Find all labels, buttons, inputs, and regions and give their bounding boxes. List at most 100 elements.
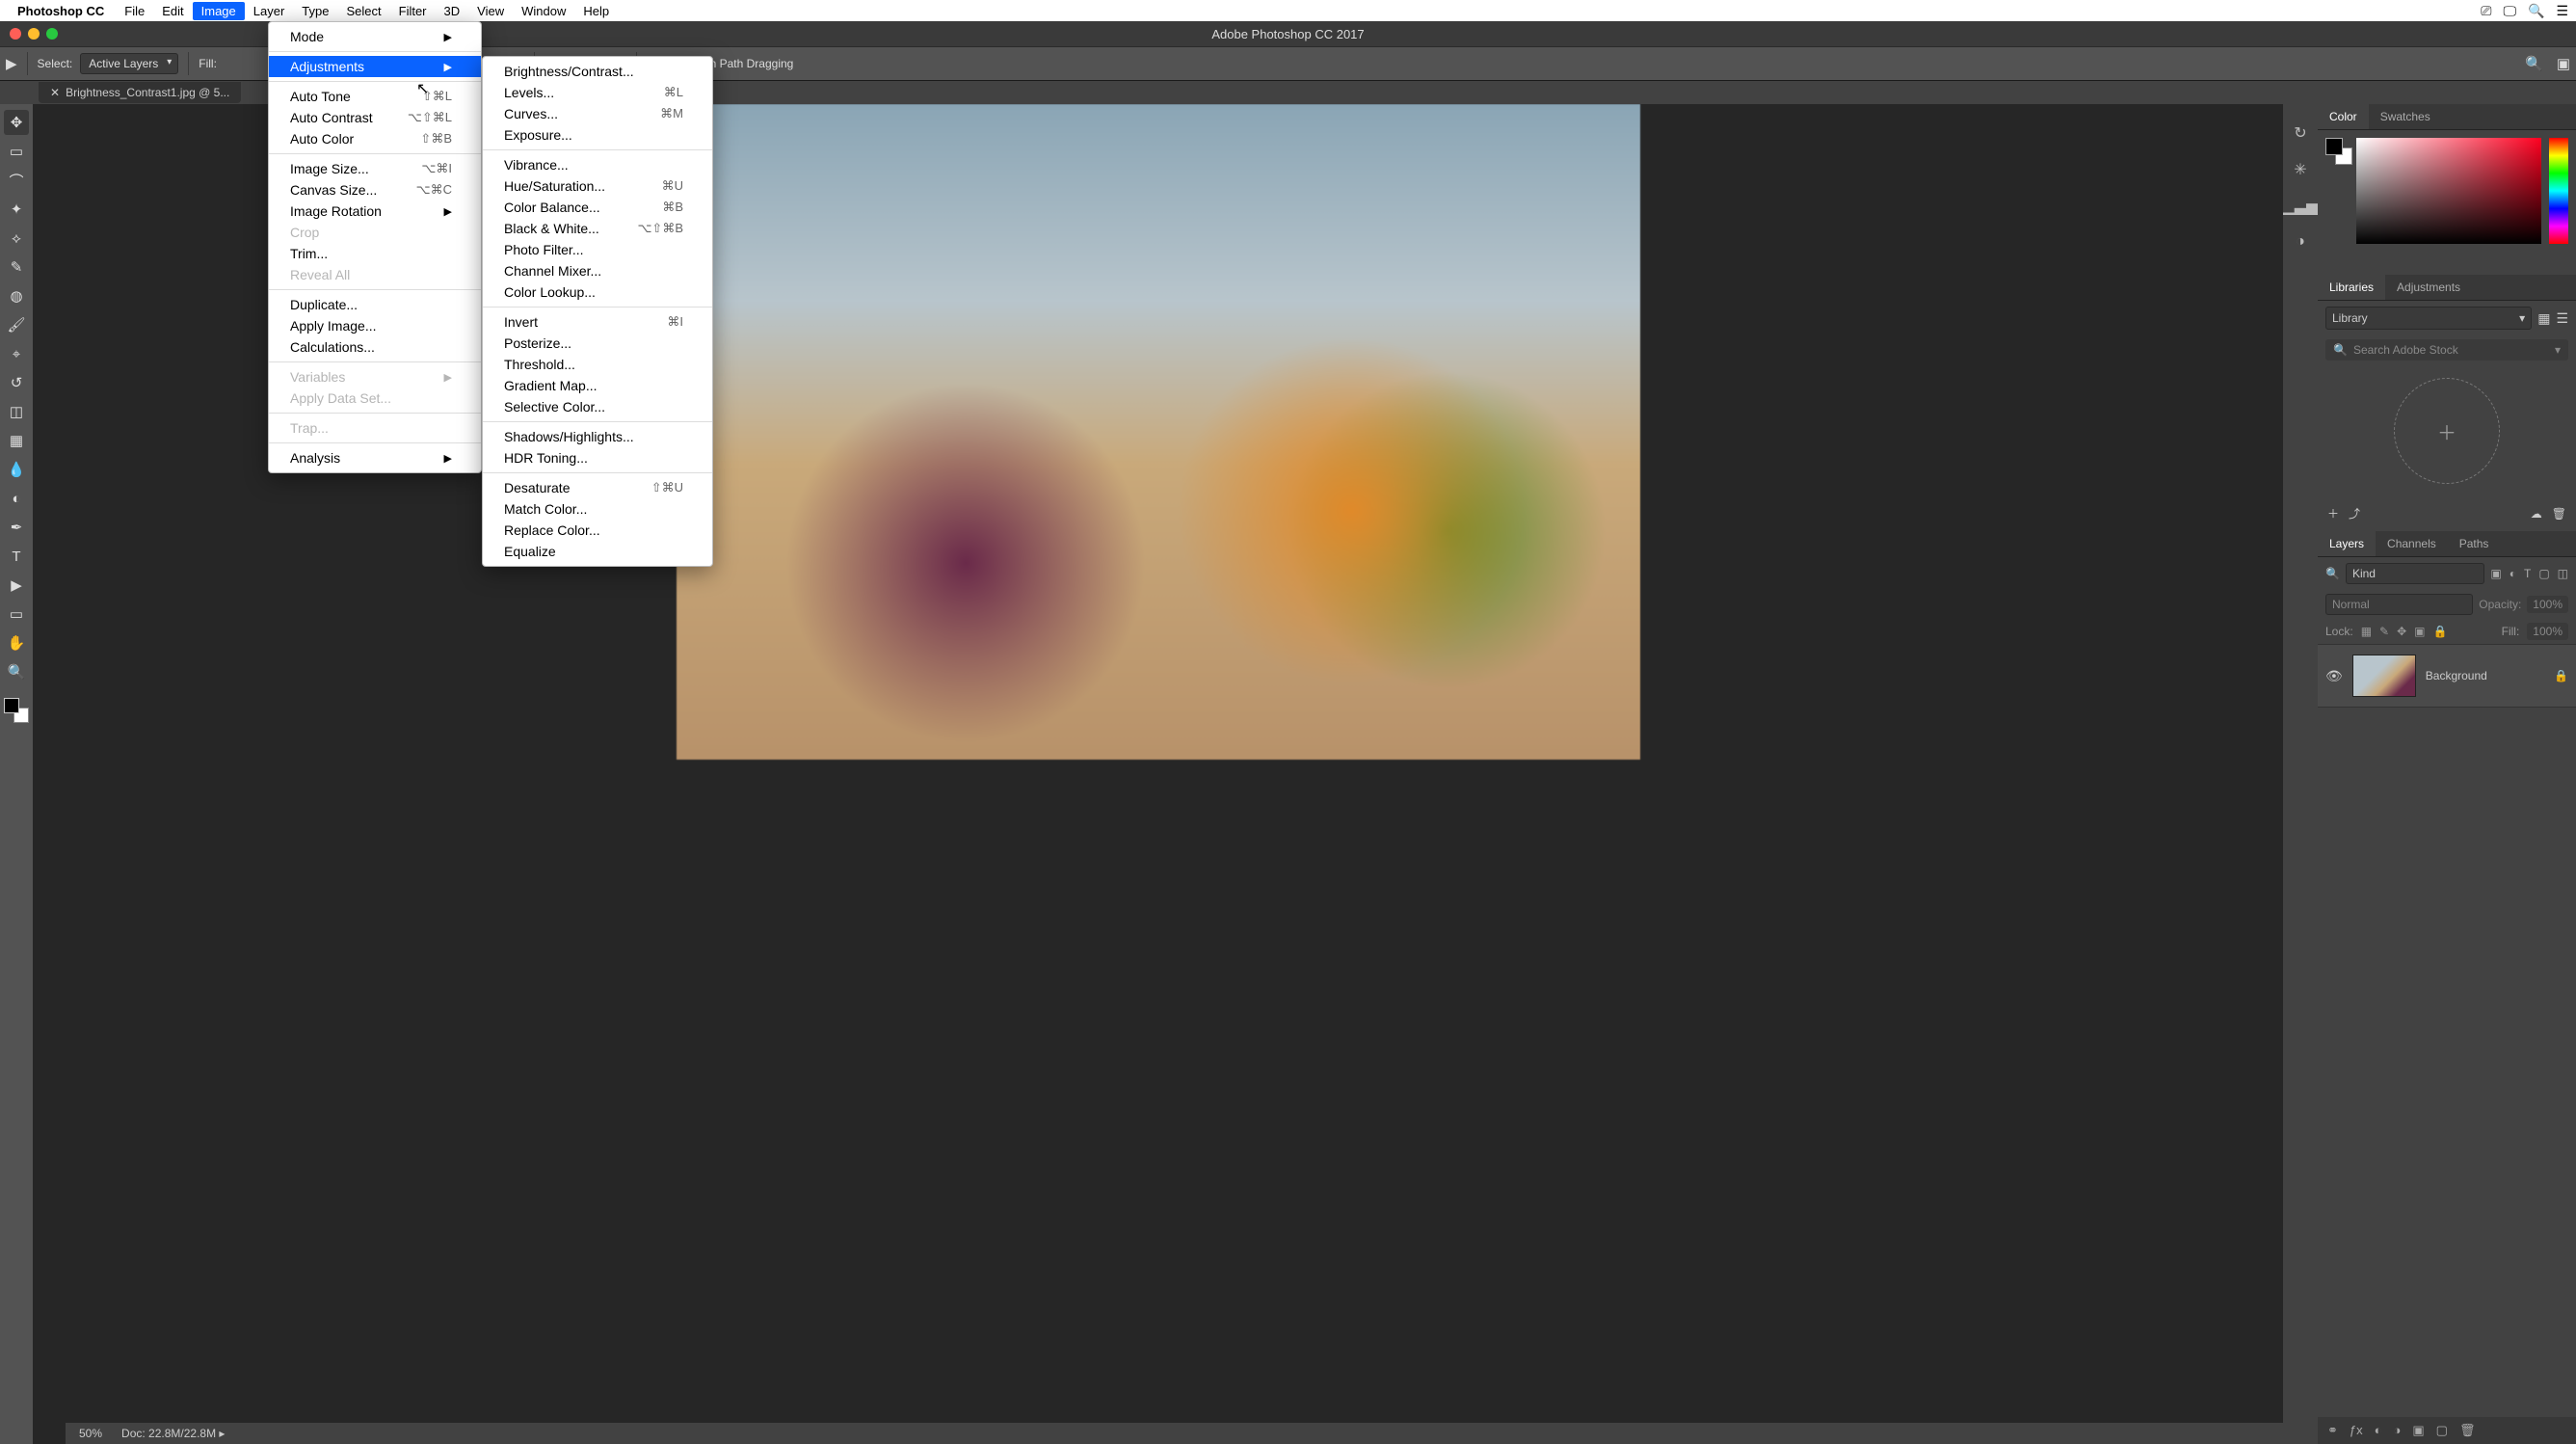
move-tool[interactable]: ✥ bbox=[4, 110, 29, 135]
crop-tool[interactable]: ⟡ bbox=[4, 226, 29, 251]
fgbg-colors[interactable] bbox=[4, 698, 29, 723]
path-select-tool-icon[interactable]: ▶ bbox=[6, 55, 17, 72]
menu-item-vibrance[interactable]: Vibrance... bbox=[483, 154, 712, 175]
menubar-item-edit[interactable]: Edit bbox=[153, 2, 192, 20]
link-layers-icon[interactable]: ⚭ bbox=[2327, 1423, 2338, 1438]
hue-strip[interactable] bbox=[2549, 138, 2568, 244]
fx-icon[interactable]: ƒx bbox=[2350, 1423, 2363, 1438]
menu-item-color-balance[interactable]: Color Balance...⌘B bbox=[483, 197, 712, 218]
path-select-tool[interactable]: ▶ bbox=[4, 573, 29, 598]
menu-item-brightness-contrast[interactable]: Brightness/Contrast... bbox=[483, 61, 712, 82]
mask-icon[interactable]: ◐ bbox=[2375, 1423, 2382, 1438]
grid-view-icon[interactable]: ▦ bbox=[2537, 310, 2550, 327]
menu-extras-icon[interactable]: ☰ bbox=[2556, 3, 2568, 19]
menu-item-equalize[interactable]: Equalize bbox=[483, 541, 712, 562]
blend-mode-select[interactable]: Normal bbox=[2325, 594, 2473, 615]
layer-row-background[interactable]: 👁 Background 🔒 bbox=[2318, 644, 2576, 708]
menu-item-image-size[interactable]: Image Size...⌥⌘I bbox=[269, 158, 481, 179]
layer-name[interactable]: Background bbox=[2426, 669, 2487, 682]
menubar-item-view[interactable]: View bbox=[468, 2, 513, 20]
screen-share-icon[interactable]: ⎚ bbox=[2481, 3, 2491, 19]
menubar-item-image[interactable]: Image bbox=[193, 2, 245, 20]
select-layers-dropdown[interactable]: Active Layers bbox=[80, 53, 178, 74]
menu-item-gradient-map[interactable]: Gradient Map... bbox=[483, 375, 712, 396]
styles-panel-icon[interactable]: ◑ bbox=[2296, 233, 2305, 251]
document-tab[interactable]: ✕ Brightness_Contrast1.jpg @ 5... bbox=[39, 82, 241, 103]
properties-panel-icon[interactable]: ✳ bbox=[2294, 160, 2306, 179]
menu-item-color-lookup[interactable]: Color Lookup... bbox=[483, 281, 712, 303]
marquee-tool[interactable]: ▭ bbox=[4, 139, 29, 164]
menu-item-exposure[interactable]: Exposure... bbox=[483, 124, 712, 146]
channels-tab[interactable]: Channels bbox=[2376, 531, 2448, 556]
menu-item-curves[interactable]: Curves...⌘M bbox=[483, 103, 712, 124]
menu-item-auto-contrast[interactable]: Auto Contrast⌥⇧⌘L bbox=[269, 107, 481, 128]
zoom-button[interactable] bbox=[46, 28, 58, 40]
lock-icon[interactable]: 🔒 bbox=[2554, 669, 2568, 682]
close-tab-icon[interactable]: ✕ bbox=[50, 86, 60, 99]
brush-tool[interactable]: 🖌 bbox=[4, 312, 29, 337]
libraries-tab[interactable]: Libraries bbox=[2318, 275, 2385, 300]
adjustment-layer-icon[interactable]: ◑ bbox=[2394, 1423, 2402, 1438]
menu-item-invert[interactable]: Invert⌘I bbox=[483, 311, 712, 333]
fill-value[interactable]: 100% bbox=[2527, 623, 2568, 640]
wand-tool[interactable]: ✦ bbox=[4, 197, 29, 222]
dodge-tool[interactable]: ◐ bbox=[4, 486, 29, 511]
menubar-item-select[interactable]: Select bbox=[337, 2, 389, 20]
menu-item-levels[interactable]: Levels...⌘L bbox=[483, 82, 712, 103]
histogram-panel-icon[interactable]: ▁▃▅ bbox=[2283, 197, 2319, 216]
color-tab[interactable]: Color bbox=[2318, 104, 2369, 129]
filter-smart-icon[interactable]: ◫ bbox=[2558, 567, 2568, 580]
stamp-tool[interactable]: ⌖ bbox=[4, 341, 29, 366]
zoom-level[interactable]: 50% bbox=[79, 1427, 102, 1440]
visibility-eye-icon[interactable]: 👁 bbox=[2325, 668, 2343, 684]
document-canvas[interactable] bbox=[677, 104, 1640, 760]
spotlight-icon[interactable]: 🔍 bbox=[2528, 3, 2544, 19]
search-stock-input[interactable]: 🔍 Search Adobe Stock ▾ bbox=[2325, 339, 2568, 361]
cloud-sync-icon[interactable]: ☁ bbox=[2531, 507, 2542, 521]
filter-type-icon[interactable]: T bbox=[2524, 567, 2531, 580]
menu-item-auto-color[interactable]: Auto Color⇧⌘B bbox=[269, 128, 481, 149]
workspace-icon[interactable]: ▣ bbox=[2557, 55, 2570, 72]
menu-item-apply-image[interactable]: Apply Image... bbox=[269, 315, 481, 336]
menu-item-posterize[interactable]: Posterize... bbox=[483, 333, 712, 354]
filter-pixel-icon[interactable]: ▣ bbox=[2490, 567, 2501, 580]
menubar-item-type[interactable]: Type bbox=[293, 2, 337, 20]
menu-item-duplicate[interactable]: Duplicate... bbox=[269, 294, 481, 315]
menubar-item-help[interactable]: Help bbox=[574, 2, 618, 20]
history-brush-tool[interactable]: ↺ bbox=[4, 370, 29, 395]
delete-asset-icon[interactable]: 🗑 bbox=[2552, 507, 2566, 521]
menu-item-auto-tone[interactable]: Auto Tone⇧⌘L bbox=[269, 86, 481, 107]
new-layer-icon[interactable]: ▢ bbox=[2436, 1423, 2448, 1438]
history-panel-icon[interactable]: ↻ bbox=[2294, 123, 2306, 143]
menubar-item-filter[interactable]: Filter bbox=[390, 2, 436, 20]
adjustments-tab[interactable]: Adjustments bbox=[2385, 275, 2472, 300]
menu-item-photo-filter[interactable]: Photo Filter... bbox=[483, 239, 712, 260]
filter-shape-icon[interactable]: ▢ bbox=[2538, 567, 2549, 580]
menubar-item-window[interactable]: Window bbox=[513, 2, 574, 20]
group-icon[interactable]: ▣ bbox=[2412, 1423, 2424, 1438]
close-button[interactable] bbox=[10, 28, 21, 40]
layer-thumbnail[interactable] bbox=[2352, 655, 2416, 697]
lock-transparency-icon[interactable]: ▦ bbox=[2361, 625, 2372, 638]
menu-item-mode[interactable]: Mode▶ bbox=[269, 26, 481, 47]
eyedropper-tool[interactable]: ✎ bbox=[4, 254, 29, 280]
menubar-item-file[interactable]: File bbox=[116, 2, 153, 20]
display-icon[interactable]: 🖵 bbox=[2504, 3, 2517, 19]
add-asset-icon[interactable]: ＋ bbox=[2327, 505, 2339, 521]
menu-item-shadows-highlights[interactable]: Shadows/Highlights... bbox=[483, 426, 712, 447]
type-tool[interactable]: T bbox=[4, 544, 29, 569]
menu-item-desaturate[interactable]: Desaturate⇧⌘U bbox=[483, 477, 712, 498]
lock-position-icon[interactable]: ✥ bbox=[2397, 625, 2406, 638]
gradient-tool[interactable]: ▦ bbox=[4, 428, 29, 453]
menu-item-calculations[interactable]: Calculations... bbox=[269, 336, 481, 358]
menu-item-trim[interactable]: Trim... bbox=[269, 243, 481, 264]
lasso-tool[interactable]: ⌒ bbox=[4, 168, 29, 193]
layers-tab[interactable]: Layers bbox=[2318, 531, 2376, 556]
menu-item-image-rotation[interactable]: Image Rotation▶ bbox=[269, 201, 481, 222]
menu-item-hdr-toning[interactable]: HDR Toning... bbox=[483, 447, 712, 468]
menu-item-canvas-size[interactable]: Canvas Size...⌥⌘C bbox=[269, 179, 481, 201]
list-view-icon[interactable]: ☰ bbox=[2556, 310, 2568, 327]
zoom-tool[interactable]: 🔍 bbox=[4, 659, 29, 684]
menu-item-analysis[interactable]: Analysis▶ bbox=[269, 447, 481, 468]
hand-tool[interactable]: ✋ bbox=[4, 630, 29, 655]
